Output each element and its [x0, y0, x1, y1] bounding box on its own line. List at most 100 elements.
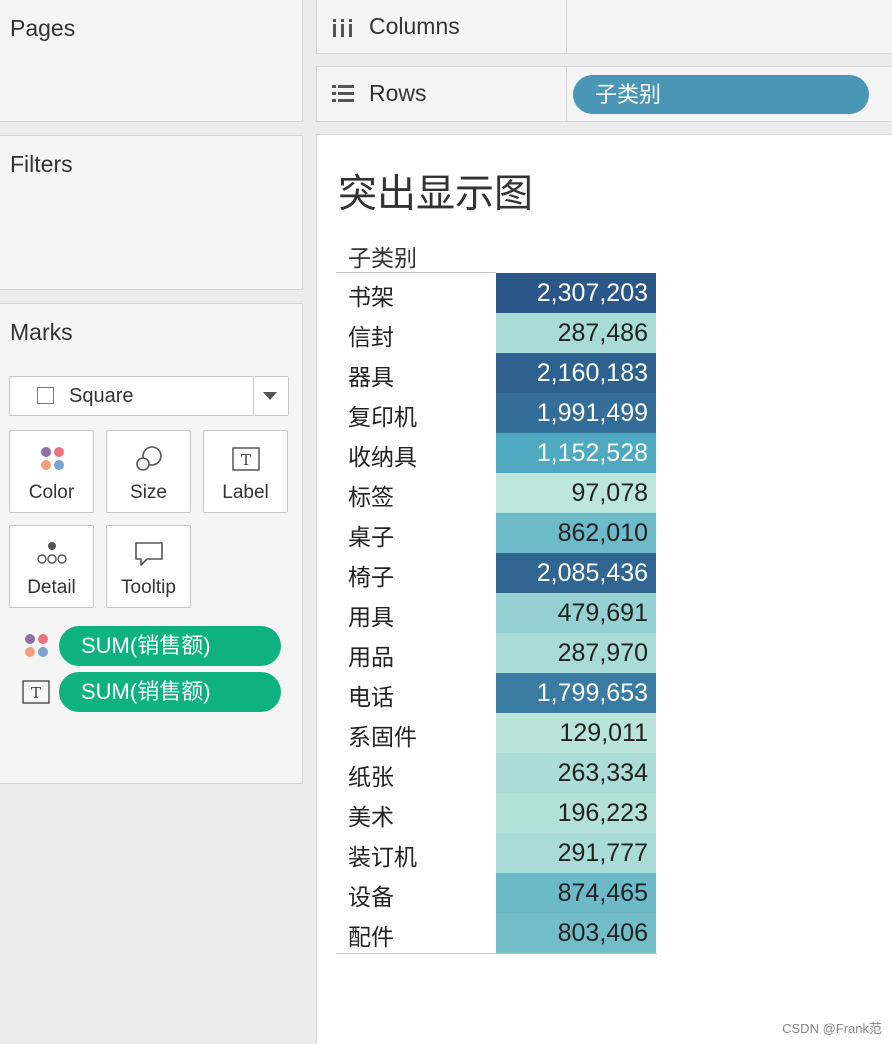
- sales-cell[interactable]: 1,152,528: [496, 433, 656, 473]
- row-category[interactable]: 收纳具: [348, 438, 417, 472]
- detail-button-label: Detail: [27, 577, 76, 598]
- table-row[interactable]: 椅子 2,085,436: [336, 553, 657, 593]
- color-button-label: Color: [28, 482, 75, 503]
- svg-text:T: T: [31, 684, 41, 702]
- row-category[interactable]: 美术: [348, 798, 394, 832]
- row-category[interactable]: 复印机: [348, 398, 417, 432]
- text-box-icon: T: [231, 447, 260, 471]
- table-row[interactable]: 用品 287,970: [336, 633, 657, 673]
- shelf-divider: [566, 67, 567, 121]
- row-category[interactable]: 书架: [348, 278, 394, 312]
- table-row[interactable]: 系固件 129,011: [336, 713, 657, 753]
- sales-cell[interactable]: 287,486: [496, 313, 656, 353]
- highlight-table: 书架 2,307,203 信封 287,486 器具 2,160,183 复印机 1,991,…: [336, 273, 657, 953]
- detail-dots-icon: [36, 542, 67, 564]
- sales-cell[interactable]: 2,085,436: [496, 553, 656, 593]
- sum-sales-color-pill[interactable]: SUM(销售额): [59, 626, 281, 666]
- row-category[interactable]: 椅子: [348, 558, 394, 592]
- table-row[interactable]: 器具 2,160,183: [336, 353, 657, 393]
- columns-label: Columns: [369, 13, 460, 39]
- sales-cell[interactable]: 874,465: [496, 873, 656, 913]
- chevron-down-icon[interactable]: [263, 392, 277, 400]
- sales-cell[interactable]: 479,691: [496, 593, 656, 633]
- table-row[interactable]: 信封 287,486: [336, 313, 657, 353]
- table-row[interactable]: 书架 2,307,203: [336, 273, 657, 313]
- sales-cell[interactable]: 263,334: [496, 753, 656, 793]
- label-button-label: Label: [222, 482, 269, 503]
- table-row[interactable]: 配件 803,406: [336, 913, 657, 953]
- row-category[interactable]: 设备: [348, 878, 394, 912]
- columns-icon: [333, 19, 352, 37]
- table-row[interactable]: 复印机 1,991,499: [336, 393, 657, 433]
- filters-card[interactable]: Filters: [0, 135, 303, 290]
- marks-card: Marks Square Color Size T Label Detail T…: [0, 303, 303, 784]
- sheet-title: 突出显示图: [338, 172, 534, 217]
- row-category[interactable]: 配件: [348, 918, 394, 952]
- row-category[interactable]: 用具: [348, 598, 394, 632]
- square-mark-icon: [37, 387, 54, 404]
- size-button-label: Size: [130, 482, 167, 503]
- row-category[interactable]: 桌子: [348, 518, 394, 552]
- pages-title: Pages: [10, 15, 76, 41]
- view-canvas[interactable]: 突出显示图 子类别 书架 2,307,203 信封 287,486 器具 2,160,18…: [316, 134, 892, 1044]
- table-row[interactable]: 用具 479,691: [336, 593, 657, 633]
- speech-bubble-icon: [134, 542, 163, 566]
- svg-text:T: T: [240, 451, 250, 469]
- dropdown-divider: [253, 377, 254, 415]
- rows-label: Rows: [369, 80, 427, 106]
- detail-button[interactable]: Detail: [9, 525, 94, 608]
- color-dots-icon: [40, 447, 64, 470]
- shelf-divider: [566, 0, 567, 53]
- marks-field-row: T SUM(销售额): [21, 672, 283, 712]
- sales-cell[interactable]: 803,406: [496, 913, 656, 953]
- row-category[interactable]: 标签: [348, 478, 394, 512]
- table-row[interactable]: 装订机 291,777: [336, 833, 657, 873]
- mark-type-dropdown[interactable]: Square: [9, 376, 289, 416]
- tooltip-button[interactable]: Tooltip: [106, 525, 191, 608]
- color-dots-icon[interactable]: [21, 632, 51, 660]
- sales-cell[interactable]: 129,011: [496, 713, 656, 753]
- color-button[interactable]: Color: [9, 430, 94, 513]
- size-circles-icon: [135, 446, 162, 471]
- sales-cell[interactable]: 196,223: [496, 793, 656, 833]
- row-category[interactable]: 系固件: [348, 718, 417, 752]
- row-category[interactable]: 纸张: [348, 758, 394, 792]
- sales-cell[interactable]: 97,078: [496, 473, 656, 513]
- sales-cell[interactable]: 2,307,203: [496, 273, 656, 313]
- table-row[interactable]: 桌子 862,010: [336, 513, 657, 553]
- sales-cell[interactable]: 1,799,653: [496, 673, 656, 713]
- row-category[interactable]: 用品: [348, 638, 394, 672]
- sales-cell[interactable]: 1,991,499: [496, 393, 656, 433]
- table-row[interactable]: 纸张 263,334: [336, 753, 657, 793]
- row-category[interactable]: 信封: [348, 318, 394, 352]
- sales-cell[interactable]: 862,010: [496, 513, 656, 553]
- watermark: CSDN @Frank范: [782, 1021, 882, 1036]
- mark-type-label: Square: [69, 385, 134, 407]
- table-row[interactable]: 收纳具 1,152,528: [336, 433, 657, 473]
- table-row[interactable]: 美术 196,223: [336, 793, 657, 833]
- sales-cell[interactable]: 287,970: [496, 633, 656, 673]
- table-bottom-border: [336, 953, 657, 954]
- row-category[interactable]: 电话: [348, 678, 394, 712]
- subcategory-row-pill[interactable]: 子类别: [573, 75, 869, 114]
- sum-sales-label-pill[interactable]: SUM(销售额): [59, 672, 281, 712]
- label-button[interactable]: T Label: [203, 430, 288, 513]
- row-category[interactable]: 器具: [348, 358, 394, 392]
- text-box-icon[interactable]: T: [21, 678, 51, 706]
- table-row[interactable]: 标签 97,078: [336, 473, 657, 513]
- size-button[interactable]: Size: [106, 430, 191, 513]
- subcategory-header[interactable]: 子类别: [348, 239, 417, 273]
- sales-cell[interactable]: 291,777: [496, 833, 656, 873]
- table-row[interactable]: 设备 874,465: [336, 873, 657, 913]
- columns-shelf[interactable]: Columns: [316, 0, 892, 54]
- row-category[interactable]: 装订机: [348, 838, 417, 872]
- marks-title: Marks: [10, 319, 73, 345]
- tooltip-button-label: Tooltip: [121, 577, 176, 598]
- rows-shelf[interactable]: Rows 子类别: [316, 66, 892, 122]
- pages-card[interactable]: Pages: [0, 0, 303, 122]
- sales-cell[interactable]: 2,160,183: [496, 353, 656, 393]
- filters-title: Filters: [10, 151, 73, 177]
- marks-field-row: SUM(销售额): [21, 626, 283, 666]
- rows-icon: [332, 85, 354, 102]
- table-row[interactable]: 电话 1,799,653: [336, 673, 657, 713]
